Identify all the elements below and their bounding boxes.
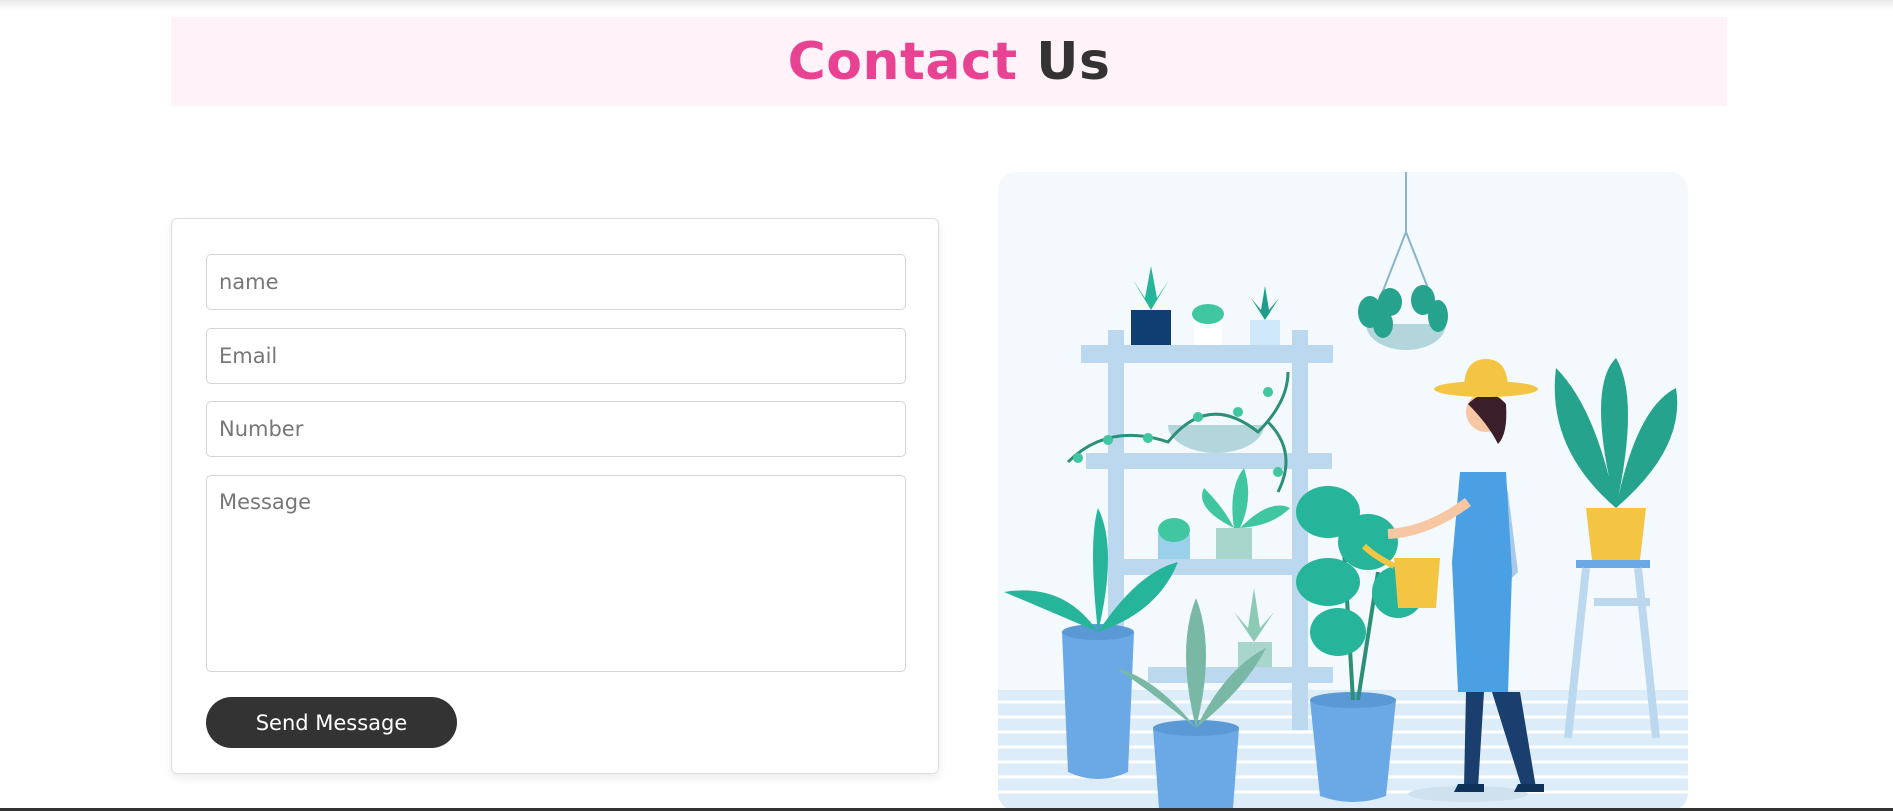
gardener-watering-plants-icon bbox=[998, 172, 1688, 811]
name-input[interactable] bbox=[206, 254, 906, 310]
page-title-rest: Us bbox=[1036, 31, 1111, 92]
page-title-accent: Contact bbox=[787, 31, 1018, 92]
page-title: Contact Us bbox=[788, 32, 1111, 92]
message-textarea[interactable] bbox=[206, 475, 906, 672]
gardener-illustration bbox=[998, 172, 1688, 811]
send-message-button[interactable]: Send Message bbox=[206, 697, 457, 748]
email-input[interactable] bbox=[206, 328, 906, 384]
contact-form: Send Message bbox=[171, 218, 939, 774]
top-shadow bbox=[0, 0, 1893, 10]
heading-bar: Contact Us bbox=[171, 17, 1727, 106]
number-input[interactable] bbox=[206, 401, 906, 457]
